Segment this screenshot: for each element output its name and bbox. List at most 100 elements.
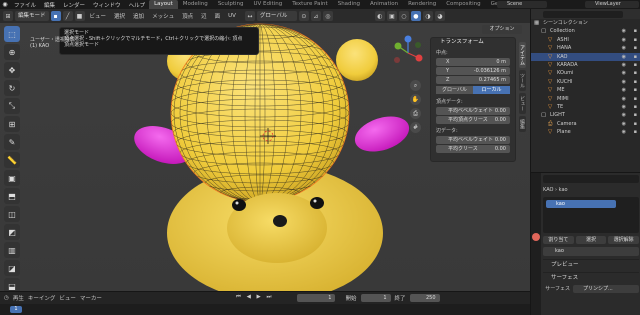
- current-frame-field[interactable]: 1: [297, 293, 336, 302]
- orientation-icon[interactable]: ↔: [244, 11, 255, 21]
- outliner-item[interactable]: ▽ HANA ◉ ▪: [531, 44, 640, 52]
- outliner-item[interactable]: ▦ シーンコレクション: [531, 19, 640, 27]
- tab-sculpting[interactable]: Sculpting: [213, 0, 249, 9]
- visibility-eye-icon[interactable]: ◉: [622, 95, 626, 103]
- overlay-icon[interactable]: ◐: [374, 11, 385, 21]
- preview-section-header[interactable]: プレビュー: [543, 259, 639, 269]
- bevel-icon[interactable]: ◩: [4, 224, 20, 240]
- playback-controls[interactable]: ⏮ ◀ ▶ ⏭: [236, 294, 274, 301]
- visibility-eye-icon[interactable]: ◉: [622, 111, 626, 119]
- move-icon[interactable]: ✥: [4, 62, 20, 78]
- grid-view-icon[interactable]: #: [410, 122, 421, 133]
- blender-logo-icon[interactable]: ◉: [0, 0, 10, 9]
- edge-select-icon[interactable]: ╱: [62, 11, 73, 21]
- outliner-item[interactable]: ▽ TE ◉ ▪: [531, 103, 640, 111]
- visibility-eye-icon[interactable]: ◉: [622, 120, 626, 128]
- mode-dropdown[interactable]: 編集モード: [15, 11, 49, 21]
- menu-add[interactable]: 追加: [130, 12, 147, 20]
- tab-item[interactable]: アイテム: [519, 42, 526, 68]
- render-camera-icon[interactable]: ▪: [634, 69, 637, 77]
- inset-icon[interactable]: ◫: [4, 206, 20, 222]
- tab-compositing[interactable]: Compositing: [441, 0, 485, 9]
- vertex-bevel-weight-field[interactable]: 平均ベベルウェイト 0.00: [436, 107, 510, 115]
- navigation-gizmo[interactable]: [388, 33, 428, 73]
- zoom-icon[interactable]: ⌕: [410, 80, 421, 91]
- menu-edge[interactable]: 辺: [198, 12, 210, 20]
- properties-search-input[interactable]: [543, 175, 639, 183]
- options-dropdown[interactable]: オプション: [482, 25, 522, 34]
- surface-section-header[interactable]: サーフェス: [543, 272, 639, 282]
- render-camera-icon[interactable]: ▪: [634, 95, 637, 103]
- playhead[interactable]: 1: [10, 306, 22, 313]
- select-box-icon[interactable]: ⬚: [4, 26, 20, 42]
- menu-vertex[interactable]: 頂点: [179, 12, 196, 20]
- outliner-item[interactable]: ▽ ME ◉ ▪: [531, 86, 640, 94]
- visibility-eye-icon[interactable]: ◉: [622, 69, 626, 77]
- outliner-item[interactable]: ▽ KUCHI ◉ ▪: [531, 78, 640, 86]
- render-camera-icon[interactable]: ▪: [634, 86, 637, 94]
- transform-panel-title[interactable]: トランスフォーム: [431, 38, 515, 47]
- outliner-item[interactable]: ▽ KOumi ◉ ▪: [531, 69, 640, 77]
- assign-button[interactable]: 割り当て: [543, 236, 574, 244]
- transform-orientation-dropdown[interactable]: グローバル: [256, 11, 297, 21]
- loop-cut-icon[interactable]: ▥: [4, 242, 20, 258]
- menu-uv[interactable]: UV: [225, 13, 239, 19]
- menu-select[interactable]: 選択: [111, 12, 128, 20]
- transform-icon[interactable]: ⊞: [4, 116, 20, 132]
- outliner-item[interactable]: ▽ ASHI ◉ ▪: [531, 36, 640, 44]
- render-camera-icon[interactable]: ▪: [634, 103, 637, 111]
- menu-edit[interactable]: 編集: [40, 1, 59, 9]
- knife-icon[interactable]: ◪: [4, 260, 20, 276]
- tab-modeling[interactable]: Modeling: [178, 0, 213, 9]
- menu-playback[interactable]: 再生: [13, 294, 24, 302]
- end-frame-field[interactable]: 250: [409, 293, 440, 302]
- shading-material-icon[interactable]: ◑: [422, 11, 433, 21]
- render-camera-icon[interactable]: ▪: [634, 111, 637, 119]
- menu-render[interactable]: レンダー: [59, 1, 89, 9]
- surface-shader-dropdown[interactable]: プリンシプ...: [573, 284, 639, 293]
- camera-view-icon[interactable]: ⎙: [410, 108, 421, 119]
- shading-render-icon[interactable]: ◕: [434, 11, 445, 21]
- annotate-icon[interactable]: ✎: [4, 134, 20, 150]
- select-button[interactable]: 選択: [575, 236, 607, 244]
- outliner-item[interactable]: ▽ KAO ◉ ▪: [531, 52, 640, 61]
- face-select-icon[interactable]: ■: [74, 11, 85, 21]
- start-frame-field[interactable]: 1: [360, 293, 391, 302]
- visibility-eye-icon[interactable]: ◉: [622, 27, 626, 35]
- edge-bevel-weight-field[interactable]: 平均ベベルウェイト 0.00: [436, 136, 510, 144]
- scale-icon[interactable]: ⤡: [4, 98, 20, 114]
- render-camera-icon[interactable]: ▪: [634, 120, 637, 128]
- scene-selector[interactable]: Scene: [497, 1, 547, 8]
- clock-icon[interactable]: ◷: [4, 295, 9, 301]
- edge-crease-field[interactable]: 平均クリース 0.00: [436, 145, 510, 153]
- shading-wire-icon[interactable]: ○: [398, 11, 409, 21]
- material-tab-icon[interactable]: [532, 233, 540, 241]
- render-camera-icon[interactable]: ▪: [634, 27, 637, 35]
- visibility-eye-icon[interactable]: ◉: [622, 36, 626, 44]
- visibility-eye-icon[interactable]: ◉: [622, 53, 626, 61]
- visibility-eye-icon[interactable]: ◉: [622, 61, 626, 69]
- tab-shading[interactable]: Shading: [333, 0, 365, 9]
- timeline-ruler[interactable]: 1: [0, 304, 530, 315]
- pan-hand-icon[interactable]: ✋: [410, 94, 421, 105]
- menu-marker[interactable]: マーカー: [80, 294, 102, 302]
- add-cube-icon[interactable]: ▣: [4, 170, 20, 186]
- shading-solid-icon[interactable]: ●: [410, 11, 421, 21]
- tab-view[interactable]: ビュー: [519, 93, 526, 114]
- outliner-item[interactable]: ▢ Collection ◉ ▪: [531, 27, 640, 35]
- menu-mesh[interactable]: メッシュ: [149, 12, 177, 20]
- render-camera-icon[interactable]: ▪: [634, 78, 637, 86]
- menu-file[interactable]: ファイル: [10, 1, 40, 9]
- pivot-icon[interactable]: ⊙: [298, 11, 309, 21]
- tab-animation[interactable]: Animation: [365, 0, 403, 9]
- visibility-eye-icon[interactable]: ◉: [622, 44, 626, 52]
- menu-view[interactable]: ビュー: [87, 12, 110, 20]
- cursor-icon[interactable]: ⊕: [4, 44, 20, 60]
- tab-layout[interactable]: Layout: [149, 0, 178, 9]
- material-slot-list[interactable]: kao: [543, 197, 639, 233]
- outliner-item[interactable]: ▢ LIGHT ◉ ▪: [531, 111, 640, 119]
- outliner-item[interactable]: ⎙ Camera ◉ ▪: [531, 120, 640, 128]
- median-y-field[interactable]: Y -0.036126 m: [436, 67, 510, 75]
- render-camera-icon[interactable]: ▪: [634, 61, 637, 69]
- tab-rendering[interactable]: Rendering: [403, 0, 441, 9]
